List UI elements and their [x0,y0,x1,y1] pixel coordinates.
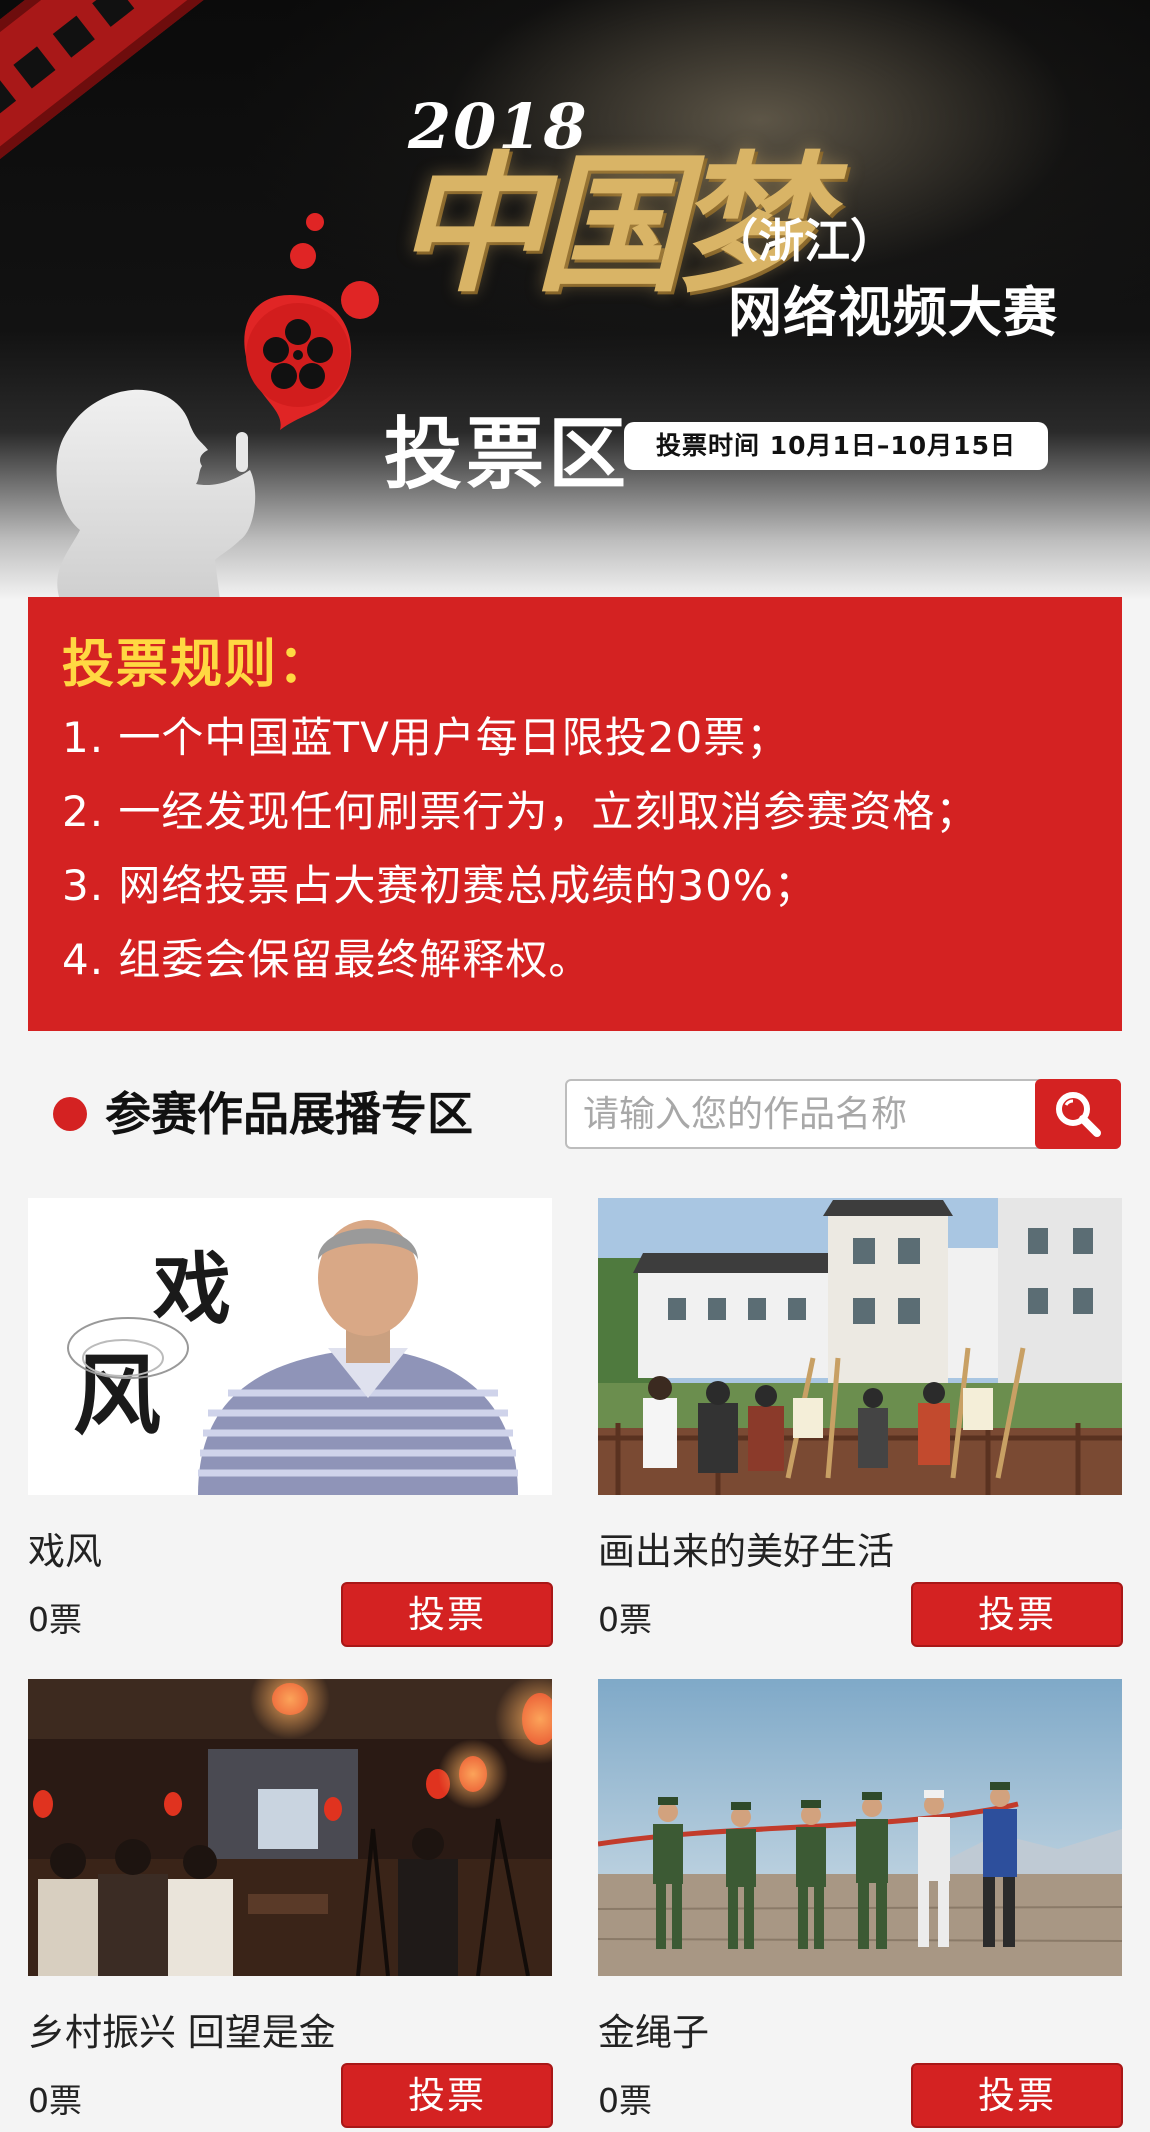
search-button[interactable] [1035,1079,1121,1149]
rule-item: 2. 一经发现任何刷票行为，立刻取消参赛资格； [62,787,979,836]
work-card: 画出来的美好生活 0票 投票 [598,1198,1123,1647]
section-bullet-dot [53,1097,87,1131]
search-icon [1056,1092,1101,1137]
work-vote-count: 0票 [28,2081,82,2120]
hero-banner: 2018 中国梦 （浙江） 网络视频大赛 投票区 投票时间 10月1日–10月1… [0,0,1150,600]
work-title[interactable]: 戏风 [28,1528,102,1576]
rules-title: 投票规则： [62,635,333,695]
work-vote-count: 0票 [598,1600,652,1639]
work-thumbnail[interactable] [598,1198,1122,1495]
rule-item: 4. 组委会保留最终解释权。 [62,935,592,984]
rule-item: 1. 一个中国蓝TV用户每日限投20票； [62,713,790,762]
work-title[interactable]: 金绳子 [598,2009,709,2057]
vote-button[interactable]: 投票 [341,1582,553,1647]
work-thumbnail[interactable] [28,1679,552,1976]
banner-event-title: 网络视频大赛 [728,281,1058,344]
vote-button[interactable]: 投票 [911,2063,1123,2128]
work-thumbnail[interactable] [598,1679,1122,1976]
banner-province: （浙江） [712,214,896,268]
voting-rules-panel: 投票规则： 1. 一个中国蓝TV用户每日限投20票； 2. 一经发现任何刷票行为… [28,597,1122,1031]
search-input[interactable] [567,1081,1037,1147]
thumb-calligraphy-1: 戏 [153,1244,231,1335]
section-title: 参赛作品展播专区 [105,1087,473,1141]
vote-button[interactable]: 投票 [341,2063,553,2128]
search-bar [565,1079,1121,1149]
child-silhouette [56,389,256,600]
work-vote-count: 0票 [598,2081,652,2120]
work-thumbnail[interactable]: 戏 风 [28,1198,552,1495]
rule-item: 3. 网络投票占大赛初赛总成绩的30%； [62,861,817,910]
vote-button[interactable]: 投票 [911,1582,1123,1647]
work-title[interactable]: 画出来的美好生活 [598,1528,894,1576]
work-vote-count: 0票 [28,1600,82,1639]
thumb-calligraphy-2: 风 [73,1343,161,1447]
work-card: 戏 风 戏风 0票 投票 [28,1198,553,1647]
work-card: 乡村振兴 回望是金 0票 投票 [28,1679,553,2128]
work-title[interactable]: 乡村振兴 回望是金 [28,2009,336,2057]
work-card: 金绳子 0票 投票 [598,1679,1123,2128]
vote-area-heading: 投票区 [384,410,631,500]
film-strip-decoration [0,0,259,160]
vote-time-badge: 投票时间 10月1日–10月15日 [624,422,1048,470]
